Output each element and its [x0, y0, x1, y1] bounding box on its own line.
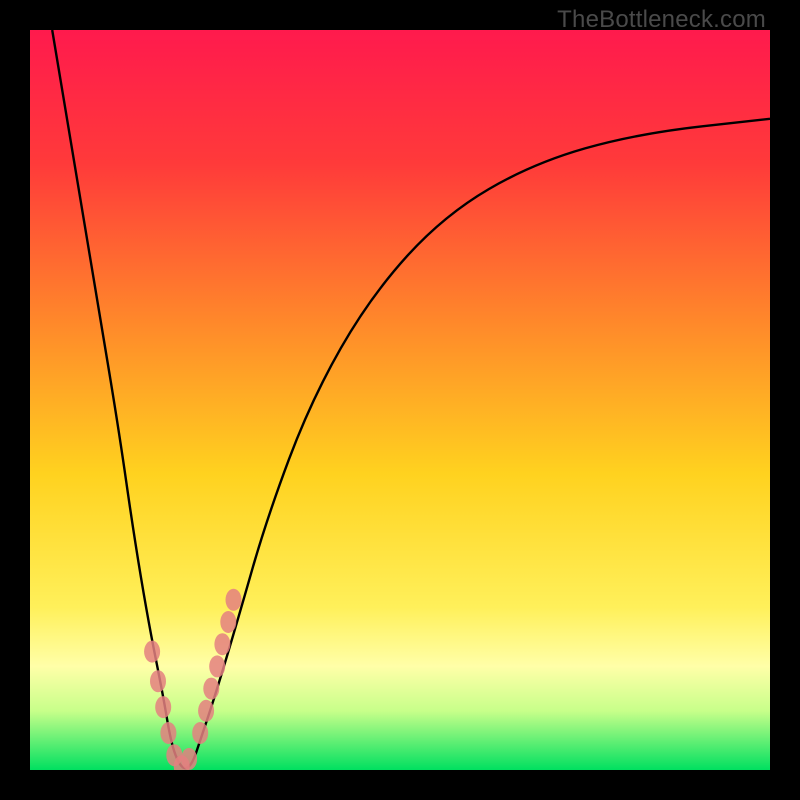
curve-marker — [155, 696, 171, 718]
curve-marker — [181, 748, 197, 770]
curve-marker — [226, 589, 242, 611]
plot-area — [30, 30, 770, 770]
chart-frame: TheBottleneck.com — [0, 0, 800, 800]
curve-marker — [203, 678, 219, 700]
watermark-text: TheBottleneck.com — [557, 6, 766, 34]
curve-marker — [160, 722, 176, 744]
curve-marker — [220, 611, 236, 633]
marker-group — [144, 589, 241, 770]
curve-marker — [214, 633, 230, 655]
curve-marker — [198, 700, 214, 722]
curve-layer — [30, 30, 770, 770]
curve-marker — [192, 722, 208, 744]
curve-marker — [209, 655, 225, 677]
bottleneck-curve — [52, 30, 770, 768]
curve-marker — [144, 641, 160, 663]
curve-marker — [150, 670, 166, 692]
